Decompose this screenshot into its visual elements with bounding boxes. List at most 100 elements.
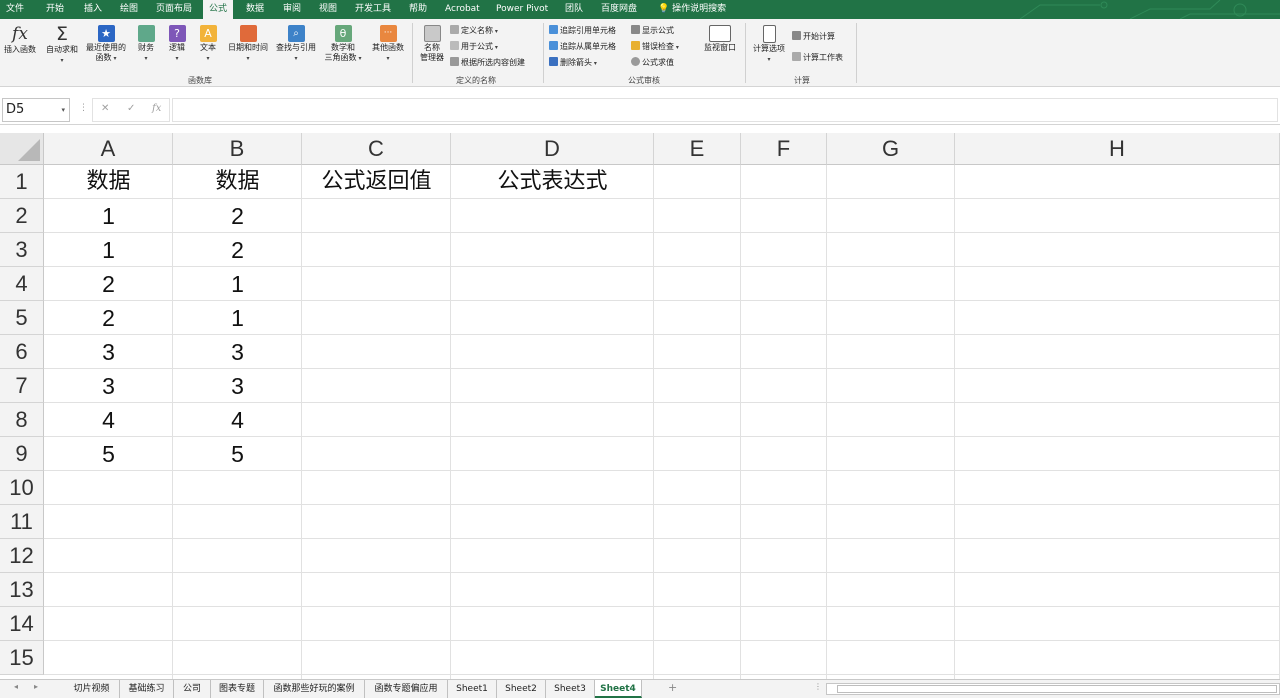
column-header[interactable]: B	[173, 133, 302, 165]
name-manager-button[interactable]: 名称 管理器	[416, 25, 448, 63]
calculate-sheet-button[interactable]: 计算工作表	[792, 51, 843, 64]
cell-a5[interactable]: 2	[44, 301, 173, 335]
cell-a4[interactable]: 2	[44, 267, 173, 301]
scroll-left-icon[interactable]: ◂	[14, 682, 18, 691]
text-functions-button[interactable]: A 文本 ▾	[196, 25, 220, 64]
add-sheet-button[interactable]: +	[668, 681, 677, 694]
column-header[interactable]: H	[955, 133, 1280, 165]
error-checking-button[interactable]: 错误检查 ▾	[631, 40, 679, 53]
menu-tab[interactable]: 文件	[0, 0, 30, 19]
row-header[interactable]: 3	[0, 233, 44, 267]
tab-split-grip[interactable]: ⋮	[814, 682, 822, 691]
chevron-down-icon[interactable]: ▾	[61, 99, 65, 121]
tell-me-search[interactable]: 💡 操作说明搜索	[652, 0, 732, 19]
row-header[interactable]: 7	[0, 369, 44, 403]
remove-arrows-button[interactable]: 删除箭头 ▾	[549, 56, 597, 69]
row-header[interactable]: 9	[0, 437, 44, 471]
recent-functions-button[interactable]: ★ 最近使用的 函数 ▾	[83, 25, 129, 64]
cell-c1[interactable]: 公式返回值	[302, 165, 451, 199]
sheet-tab[interactable]: 图表专题	[211, 680, 264, 698]
menu-tab[interactable]: 开始	[40, 0, 70, 19]
lookup-reference-button[interactable]: ⌕ 查找与引用 ▾	[274, 25, 318, 64]
column-header[interactable]: A	[44, 133, 173, 165]
row-header[interactable]: 4	[0, 267, 44, 301]
datetime-button[interactable]: 日期和时间 ▾	[226, 25, 270, 64]
insert-function-button[interactable]: fx 插入函数	[1, 25, 39, 55]
cell-b8[interactable]: 4	[173, 403, 302, 437]
autosum-button[interactable]: Σ 自动求和 ▾	[44, 25, 80, 66]
select-all-button[interactable]	[0, 133, 44, 165]
define-name-button[interactable]: 定义名称 ▾	[450, 24, 498, 37]
sheet-tab[interactable]: Sheet1	[448, 680, 497, 698]
menu-tab[interactable]: Acrobat	[439, 0, 486, 19]
cell-b2[interactable]: 2	[173, 199, 302, 233]
menu-tab[interactable]: 插入	[78, 0, 108, 19]
row-header[interactable]: 1	[0, 165, 44, 199]
menu-tab[interactable]: 视图	[313, 0, 343, 19]
show-formulas-button[interactable]: 显示公式	[631, 24, 674, 37]
menu-tab[interactable]: 团队	[559, 0, 589, 19]
cell-d1[interactable]: 公式表达式	[451, 165, 654, 199]
sheet-tab[interactable]: 函数专题偏应用	[365, 680, 448, 698]
evaluate-formula-button[interactable]: 公式求值	[631, 56, 674, 69]
scroll-right-icon[interactable]: ▸	[34, 682, 38, 691]
calculation-options-button[interactable]: 计算选项 ▾	[750, 25, 788, 65]
cell-a6[interactable]: 3	[44, 335, 173, 369]
sheet-tab[interactable]: 公司	[174, 680, 211, 698]
menu-tab[interactable]: 页面布局	[150, 0, 198, 19]
sheet-tab[interactable]: Sheet3	[546, 680, 595, 698]
menu-tab[interactable]: 审阅	[277, 0, 307, 19]
formula-input[interactable]	[172, 98, 1278, 122]
column-header[interactable]: C	[302, 133, 451, 165]
cell-b4[interactable]: 1	[173, 267, 302, 301]
row-header[interactable]: 8	[0, 403, 44, 437]
cell-b1[interactable]: 数据	[173, 165, 302, 199]
insert-function-icon[interactable]: fx	[152, 103, 161, 114]
calculate-now-button[interactable]: 开始计算	[792, 30, 835, 43]
more-functions-button[interactable]: ··· 其他函数 ▾	[369, 25, 407, 64]
create-from-selection-button[interactable]: 根据所选内容创建	[450, 56, 525, 69]
sheet-tab[interactable]: Sheet4	[595, 680, 642, 698]
menu-tab[interactable]: 帮助	[403, 0, 433, 19]
row-header[interactable]: 11	[0, 505, 44, 539]
cell-a1[interactable]: 数据	[44, 165, 173, 199]
menu-tab[interactable]: 公式	[203, 0, 234, 19]
scrollbar-thumb[interactable]	[837, 685, 1277, 693]
cell-b5[interactable]: 1	[173, 301, 302, 335]
math-trig-button[interactable]: θ 数学和 三角函数 ▾	[322, 25, 364, 64]
menu-tab[interactable]: 开发工具	[349, 0, 397, 19]
trace-precedents-button[interactable]: 追踪引用单元格	[549, 24, 616, 37]
column-header[interactable]: F	[741, 133, 827, 165]
horizontal-scrollbar[interactable]	[826, 683, 1280, 695]
sheet-tab[interactable]: Sheet2	[497, 680, 546, 698]
column-header[interactable]: G	[827, 133, 955, 165]
row-header[interactable]: 10	[0, 471, 44, 505]
sheet-tab[interactable]: 基础练习	[120, 680, 174, 698]
menu-tab[interactable]: 百度网盘	[595, 0, 643, 19]
cell-b7[interactable]: 3	[173, 369, 302, 403]
cell-a8[interactable]: 4	[44, 403, 173, 437]
cell-b9[interactable]: 5	[173, 437, 302, 471]
name-box[interactable]: D5 ▾	[2, 98, 70, 122]
sheet-tab[interactable]: 函数那些好玩的案例	[264, 680, 365, 698]
menu-tab[interactable]: 绘图	[114, 0, 144, 19]
cell-a7[interactable]: 3	[44, 369, 173, 403]
menu-tab[interactable]: Power Pivot	[490, 0, 554, 19]
cell-b6[interactable]: 3	[173, 335, 302, 369]
cell-b3[interactable]: 2	[173, 233, 302, 267]
cell-a9[interactable]: 5	[44, 437, 173, 471]
cell-a3[interactable]: 1	[44, 233, 173, 267]
row-header[interactable]: 5	[0, 301, 44, 335]
row-header[interactable]: 15	[0, 641, 44, 675]
row-header[interactable]: 12	[0, 539, 44, 573]
row-header[interactable]: 14	[0, 607, 44, 641]
sheet-tab[interactable]: 切片视频	[64, 680, 120, 698]
row-header[interactable]: 2	[0, 199, 44, 233]
logical-button[interactable]: ? 逻辑 ▾	[165, 25, 189, 64]
trace-dependents-button[interactable]: 追踪从属单元格	[549, 40, 616, 53]
financial-button[interactable]: 财务 ▾	[134, 25, 158, 64]
use-in-formula-button[interactable]: 用于公式 ▾	[450, 40, 498, 53]
cancel-icon[interactable]: ✕	[101, 103, 109, 114]
enter-icon[interactable]: ✓	[127, 103, 135, 114]
watch-window-button[interactable]: 监视窗口	[701, 25, 739, 53]
